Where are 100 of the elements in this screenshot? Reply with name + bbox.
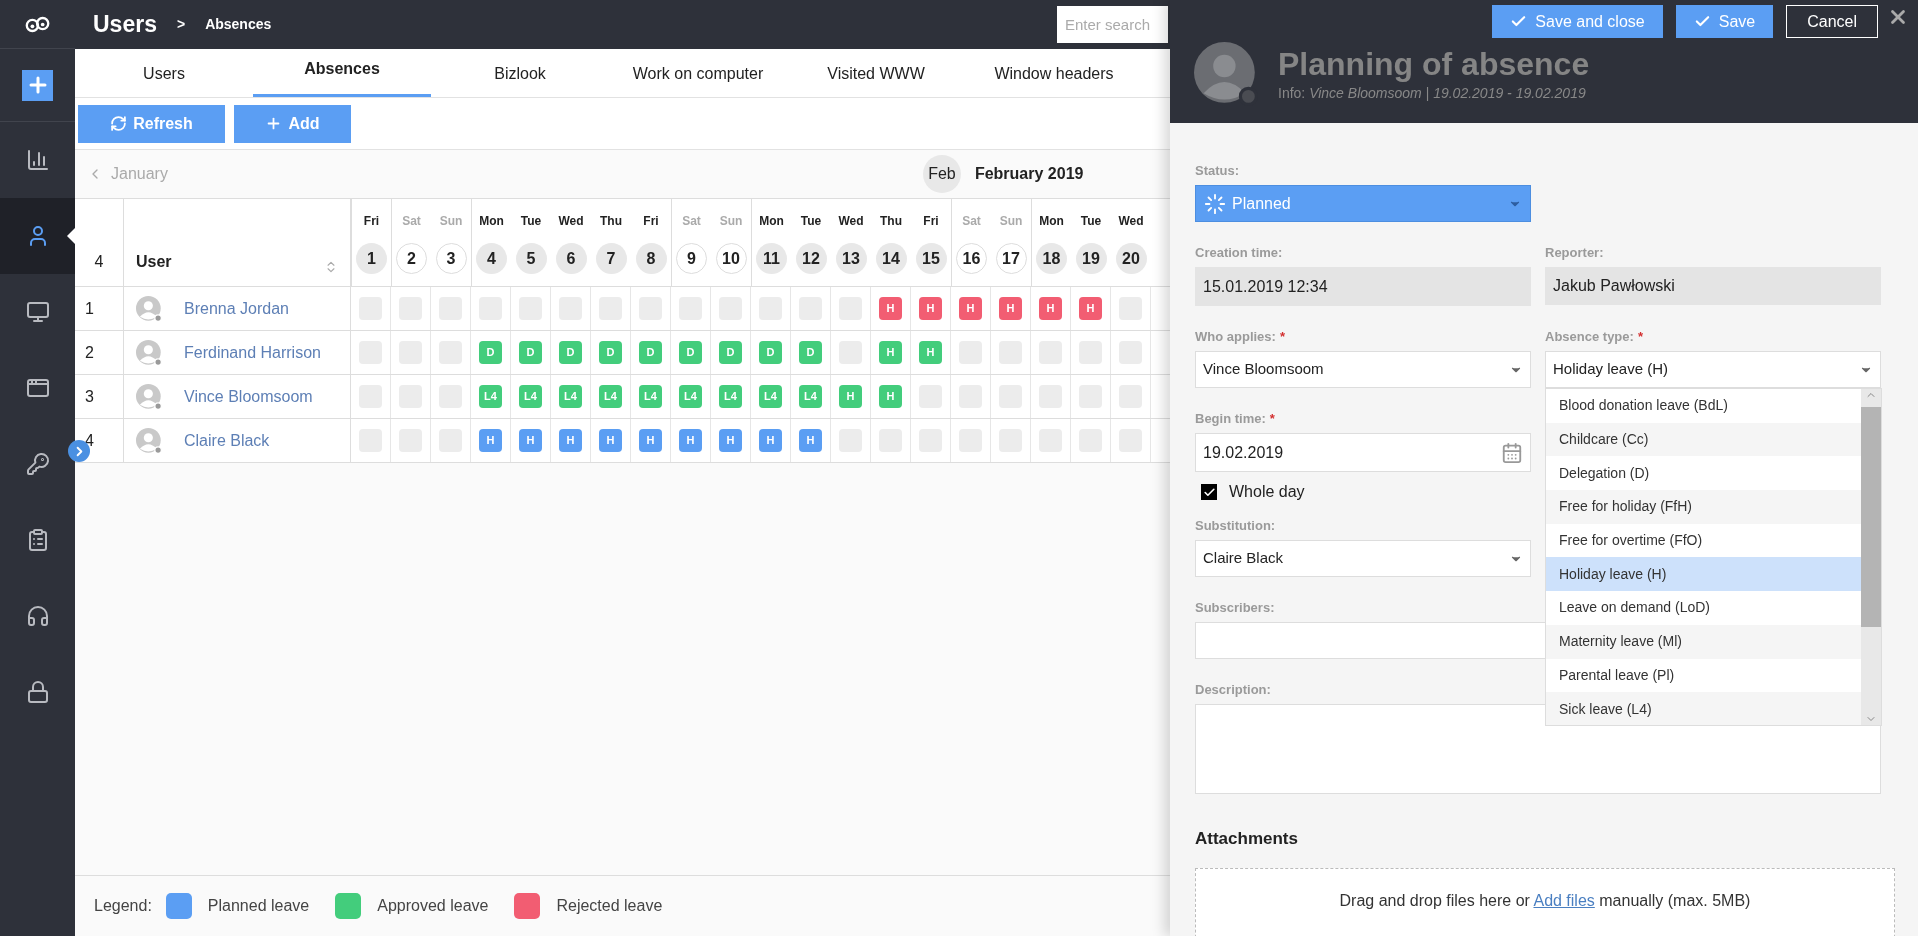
absence-marker[interactable]: H — [639, 429, 662, 452]
dropzone[interactable]: Drag and drop files here or Add files manually (max. 5MB) — [1195, 867, 1895, 936]
dropdown-option[interactable]: Free for holiday (FfH) — [1546, 490, 1861, 524]
absence-marker[interactable]: H — [559, 429, 582, 452]
date-field[interactable]: 19.02.2019 — [1195, 433, 1531, 472]
absence-marker[interactable]: H — [479, 429, 502, 452]
breadcrumb-separator: > — [176, 15, 186, 34]
logo-icon — [23, 14, 52, 34]
row-count: 4 — [94, 252, 104, 272]
day-number: 5 — [515, 243, 547, 274]
substitution-select[interactable]: Claire Black — [1195, 540, 1531, 577]
absence-marker[interactable]: L4 — [799, 385, 822, 408]
weekday-label: Thu — [600, 213, 622, 230]
absence-marker[interactable]: H — [919, 297, 942, 320]
day-number: 1 — [356, 243, 387, 274]
absence-marker[interactable]: H — [919, 341, 942, 364]
save-button[interactable]: Save and close — [1492, 5, 1663, 38]
absence-marker[interactable]: L4 — [599, 385, 622, 408]
absence-marker[interactable]: H — [799, 429, 822, 452]
absence-marker[interactable]: H — [879, 385, 902, 408]
spinner-icon — [1204, 192, 1226, 215]
page-title: Users — [93, 10, 157, 40]
user-name-link[interactable]: Brenna Jordan — [184, 296, 289, 321]
day-number: 3 — [435, 243, 467, 274]
absence-marker[interactable]: L4 — [479, 385, 502, 408]
sidebar-item[interactable] — [0, 198, 75, 274]
scrollbar[interactable] — [1861, 389, 1881, 725]
row-number: 2 — [85, 342, 94, 363]
absence-marker[interactable]: L4 — [679, 385, 702, 408]
absence-marker[interactable]: L4 — [559, 385, 582, 408]
absence-marker[interactable]: L4 — [759, 385, 782, 408]
tab[interactable]: Bizlook — [431, 49, 609, 97]
absence-marker[interactable]: D — [799, 341, 822, 364]
absence-marker[interactable]: H — [1039, 297, 1062, 320]
absence-marker[interactable]: L4 — [639, 385, 662, 408]
user-column-header[interactable]: User — [124, 199, 351, 286]
add-button[interactable] — [22, 69, 53, 101]
avatar-icon — [136, 427, 162, 454]
absence-type-select[interactable]: Holiday leave (H) — [1545, 351, 1881, 388]
absence-marker[interactable]: H — [1079, 297, 1102, 320]
status-select[interactable]: Planned — [1195, 185, 1531, 222]
weekday-label: Wed — [558, 213, 584, 230]
weekday-label: Sun — [999, 213, 1023, 230]
previous-month-link[interactable]: January — [87, 162, 168, 186]
absence-marker[interactable]: H — [879, 297, 902, 320]
panel-info: Info: Vince Bloomsoom | 19.02.2019 - 19.02.2019 — [1278, 83, 1587, 103]
absence-marker[interactable]: H — [999, 297, 1022, 320]
absence-marker[interactable]: D — [479, 341, 502, 364]
weekday-label: Sun — [439, 213, 463, 230]
absence-marker[interactable]: H — [679, 429, 702, 452]
row-number: 1 — [85, 298, 94, 319]
absence-marker[interactable]: H — [879, 341, 902, 364]
search-field[interactable]: Enter search — [1057, 6, 1168, 43]
absence-marker[interactable]: D — [519, 341, 542, 364]
day-number: 13 — [835, 243, 867, 274]
tab[interactable]: Visited WWW — [787, 49, 965, 97]
add-files-link[interactable]: Add files — [1533, 891, 1595, 909]
tab[interactable]: Work on computer — [609, 49, 787, 97]
key-icon — [25, 452, 50, 476]
field-label: Status: — [1195, 162, 1240, 179]
dropdown-option[interactable]: Sick leave (L4) — [1546, 692, 1861, 725]
cancel-button[interactable]: Cancel — [1786, 5, 1878, 38]
weekday-label: Tue — [800, 213, 822, 230]
absence-marker[interactable]: L4 — [719, 385, 742, 408]
dropdown-option[interactable]: Childcare (Cc) — [1546, 422, 1861, 457]
weekday-label: Fri — [643, 213, 659, 230]
absence-marker[interactable]: H — [959, 297, 982, 320]
tab[interactable]: Users — [75, 49, 253, 97]
avatar-icon — [136, 339, 162, 366]
refresh-button[interactable]: Refresh — [78, 104, 225, 143]
user-name-link[interactable]: Vince Bloomsoom — [184, 384, 313, 409]
absence-marker[interactable]: D — [559, 341, 582, 364]
dropdown-option[interactable]: Holiday leave (H) — [1546, 557, 1861, 592]
user-name-link[interactable]: Claire Black — [184, 428, 270, 453]
absence-marker[interactable]: D — [679, 341, 702, 364]
absence-marker[interactable]: H — [719, 429, 742, 452]
weekday-label: Thu — [880, 213, 902, 230]
tab[interactable]: Window headers — [965, 49, 1143, 97]
weekday-label: Sat — [682, 213, 701, 230]
user-name-link[interactable]: Ferdinand Harrison — [184, 340, 321, 365]
absence-marker[interactable]: D — [639, 341, 662, 364]
absence-marker[interactable]: L4 — [519, 385, 542, 408]
day-number: 10 — [715, 243, 747, 274]
checkbox[interactable] — [1201, 484, 1217, 500]
dropdown-option[interactable]: Maternity leave (Ml) — [1546, 624, 1861, 659]
absence-marker[interactable]: H — [839, 385, 862, 408]
add-button[interactable]: Add — [234, 104, 351, 143]
row-number: 4 — [85, 430, 94, 451]
absence-marker[interactable]: D — [719, 341, 742, 364]
save-button[interactable]: Save — [1675, 5, 1774, 38]
absence-marker[interactable]: D — [599, 341, 622, 364]
absence-marker[interactable]: H — [599, 429, 622, 452]
headset-icon — [25, 604, 50, 628]
absence-marker[interactable]: D — [759, 341, 782, 364]
field-label: Begin time: — [1195, 410, 1266, 427]
absence-marker[interactable]: H — [519, 429, 542, 452]
who-applies-select[interactable]: Vince Bloomsoom — [1195, 351, 1531, 388]
absence-marker[interactable]: H — [759, 429, 782, 452]
bar-chart-icon — [25, 148, 50, 172]
day-number: 6 — [555, 243, 587, 274]
